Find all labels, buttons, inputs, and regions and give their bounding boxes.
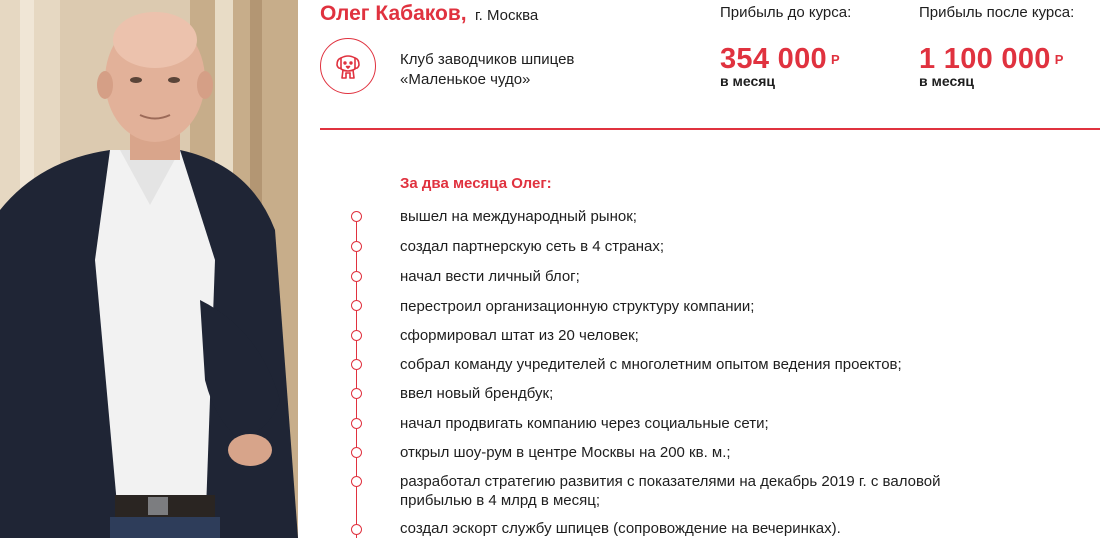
club-name: Клуб заводчиков шпицев «Маленькое чудо»	[400, 50, 574, 90]
achievement-item: создал эскорт службу шпицев (сопровожден…	[400, 520, 841, 537]
profit-before: Прибыль до курса: 354 000 Р в месяц	[720, 4, 851, 89]
profit-before-label: Прибыль до курса:	[720, 4, 852, 21]
timeline-dot	[351, 359, 362, 370]
header: Олег Кабаков, г. Москва Клуб заводчиков …	[320, 0, 1100, 130]
achievement-item: открыл шоу-рум в центре Москвы на 200 кв…	[400, 444, 731, 461]
person-city: г. Москва	[475, 7, 539, 24]
achievement-item: начал продвигать компанию через социальн…	[400, 415, 769, 432]
profit-after-currency: Р	[1054, 52, 1064, 67]
achievement-item-continuation: прибылью в 4 млрд в месяц;	[400, 492, 601, 509]
timeline-dot	[351, 447, 362, 458]
club-name-line-2: «Маленькое чудо»	[400, 71, 531, 88]
timeline-dot	[351, 300, 362, 311]
person-heading: Олег Кабаков, г. Москва	[320, 2, 538, 26]
profit-after-amount: 1 100 000	[919, 43, 1051, 75]
header-divider	[320, 128, 1100, 130]
timeline-line	[356, 216, 357, 538]
timeline-dot	[351, 476, 362, 487]
timeline-dot	[351, 388, 362, 399]
achievement-item: собрал команду учредителей с многолетним…	[400, 356, 902, 373]
portrait-photo	[0, 0, 298, 538]
timeline-dot	[351, 330, 362, 341]
profit-after-label: Прибыль после курса:	[919, 4, 1075, 21]
dog-icon	[320, 38, 376, 94]
profit-after: Прибыль после курса: 1 100 000 Р в месяц	[919, 4, 1074, 89]
achievement-item: вышел на международный рынок;	[400, 208, 637, 225]
achievement-item: разработал стратегию развития с показате…	[400, 473, 941, 490]
section-title: За два месяца Олег:	[400, 175, 552, 192]
profit-before-amount: 354 000	[720, 43, 827, 75]
timeline-dot	[351, 418, 362, 429]
achievement-item: сформировал штат из 20 человек;	[400, 327, 639, 344]
person-name: Олег Кабаков,	[320, 2, 467, 25]
profit-after-value: 1 100 000 Р	[919, 43, 1074, 76]
profit-before-currency: Р	[830, 52, 840, 67]
achievement-item: ввел новый брендбук;	[400, 385, 554, 402]
timeline-dot	[351, 271, 362, 282]
timeline-dot	[351, 241, 362, 252]
achievement-item: начал вести личный блог;	[400, 268, 580, 285]
profit-before-value: 354 000 Р	[720, 43, 851, 76]
timeline-dot	[351, 211, 362, 222]
club-name-line-1: Клуб заводчиков шпицев	[400, 51, 575, 68]
achievement-item: перестроил организационную структуру ком…	[400, 298, 755, 315]
timeline-dot	[351, 524, 362, 535]
achievement-item: создал партнерскую сеть в 4 странах;	[400, 238, 665, 255]
